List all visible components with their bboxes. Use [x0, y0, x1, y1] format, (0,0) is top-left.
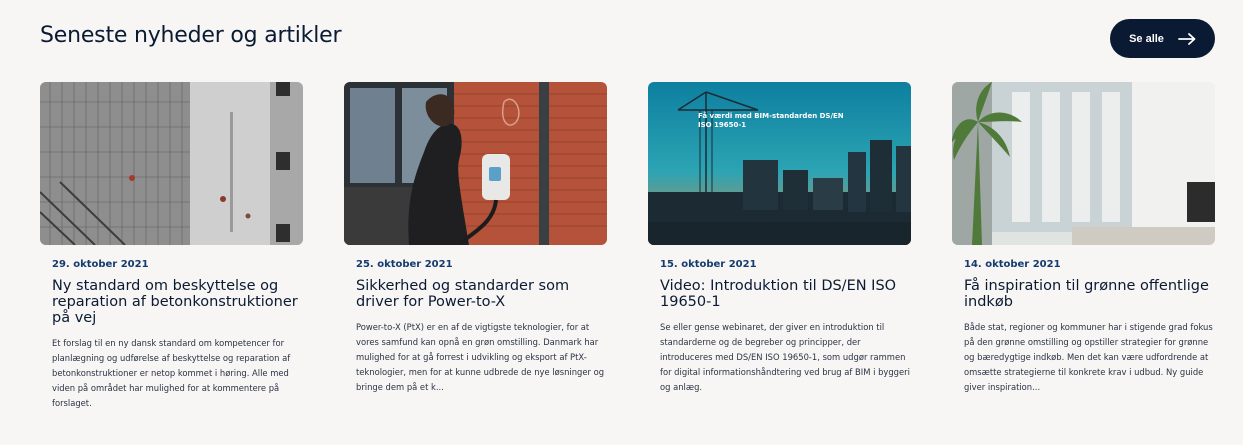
- article-date: 14. oktober 2021: [964, 259, 1061, 270]
- article-title[interactable]: Sikkerhed og standarder som driver for P…: [356, 278, 604, 310]
- article-title[interactable]: Ny standard om beskyttelse og reparation…: [52, 278, 300, 326]
- article-card-4[interactable]: 14. oktober 2021 Få inspiration til grøn…: [952, 82, 1215, 395]
- article-title[interactable]: Video: Introduktion til DS/EN ISO 19650-…: [660, 278, 908, 310]
- ev-charger-image: [344, 82, 607, 245]
- arrow-right-icon: [1178, 32, 1196, 45]
- office-plant-image: [952, 82, 1215, 245]
- article-excerpt: Power-to-X (PtX) er en af de vigtigste t…: [356, 322, 605, 392]
- news-section: Seneste nyheder og artikler Se alle 29. …: [0, 0, 1243, 445]
- article-card-3[interactable]: Få værdi med BIM-standarden DS/EN ISO 19…: [648, 82, 911, 395]
- article-excerpt: Både stat, regioner og kommuner har i st…: [964, 322, 1213, 392]
- article-excerpt: Se eller gense webinaret, der giver en i…: [660, 322, 910, 392]
- section-title: Seneste nyheder og artikler: [40, 23, 342, 48]
- see-all-button[interactable]: Se alle: [1110, 19, 1215, 58]
- article-card-2[interactable]: 25. oktober 2021 Sikkerhed og standarder…: [344, 82, 607, 395]
- article-image-2[interactable]: [344, 82, 607, 245]
- article-date: 29. oktober 2021: [52, 259, 149, 270]
- article-excerpt: Et forslag til en ny dansk standard om k…: [52, 338, 291, 408]
- article-card-1[interactable]: 29. oktober 2021 Ny standard om beskytte…: [40, 82, 303, 411]
- article-image-4[interactable]: [952, 82, 1215, 245]
- see-all-label: Se alle: [1129, 32, 1164, 45]
- article-image-1[interactable]: [40, 82, 303, 245]
- city-skyline-image: [648, 82, 911, 245]
- image-overlay-text: Få værdi med BIM-standarden DS/EN ISO 19…: [698, 112, 844, 129]
- article-date: 15. oktober 2021: [660, 259, 757, 270]
- concrete-facade-image: [40, 82, 303, 245]
- article-date: 25. oktober 2021: [356, 259, 453, 270]
- article-image-3[interactable]: Få værdi med BIM-standarden DS/EN ISO 19…: [648, 82, 911, 245]
- article-title[interactable]: Få inspiration til grønne offentlige ind…: [964, 278, 1212, 310]
